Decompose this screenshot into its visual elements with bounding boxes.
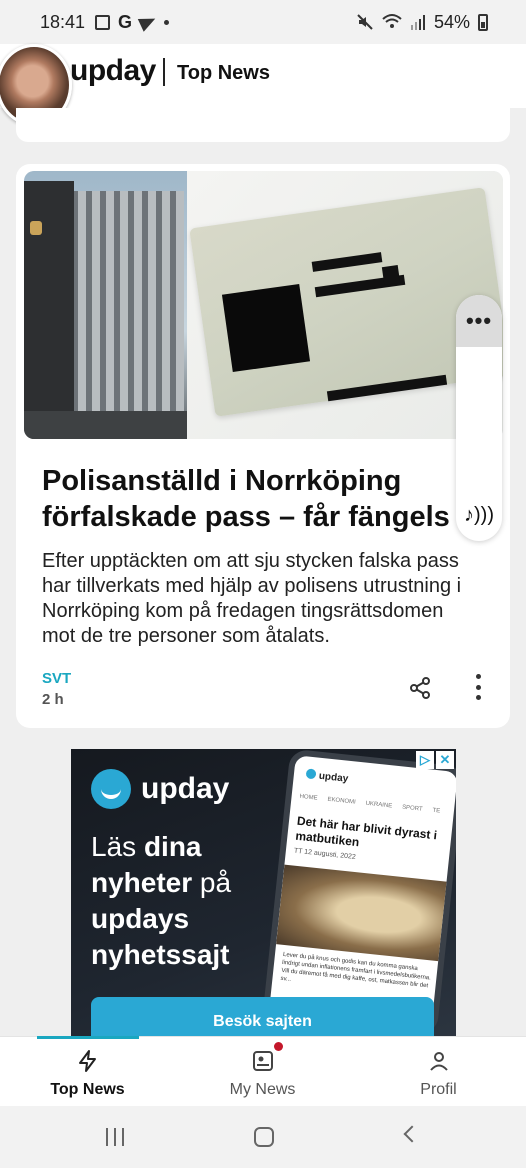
tab-label: Profil	[420, 1081, 457, 1098]
bottom-nav: Top News My News Profil	[0, 1036, 526, 1106]
battery-percent: 54%	[433, 11, 470, 32]
previous-card[interactable]	[16, 108, 510, 142]
summary-line: har tillverkats med hjälp av polisens ut…	[42, 575, 462, 597]
dot	[475, 684, 481, 690]
ad-headline-bold: nyhetssajt	[91, 939, 230, 970]
phone-tab: EKONOMI	[327, 796, 356, 806]
status-left-icons: G	[95, 11, 170, 33]
summary-line: mot de tre personer som åtalats.	[42, 625, 330, 647]
tab-label: Top News	[50, 1081, 125, 1098]
signal-icon	[410, 15, 425, 30]
article-time: 2 h	[42, 691, 64, 708]
notification-square-icon	[95, 14, 111, 30]
phone-meta: TT 12 augusti, 2022	[293, 847, 357, 861]
article-summary[interactable]: Efter upptäckten om att sju stycken fals…	[42, 549, 492, 649]
building-ground	[24, 411, 187, 439]
phone-tab: SPORT	[401, 804, 423, 813]
summary-line: Norrköping kom på fredagen tingsrättsdom…	[42, 600, 444, 622]
battery-icon	[478, 13, 488, 31]
dot	[475, 674, 481, 679]
status-right-icons: 54%	[356, 12, 488, 33]
status-bar: 18:41 G 54%	[0, 0, 526, 44]
tab-my-news[interactable]: My News	[175, 1037, 350, 1107]
tab-profil[interactable]: Profil	[351, 1037, 526, 1107]
more-options-icon[interactable]: •••	[456, 295, 502, 347]
phone-tab: HOME	[299, 793, 318, 802]
ad-banner[interactable]: upday Läs dina nyheter på updays nyhetss…	[71, 749, 456, 1039]
brand-logo: upday	[70, 54, 156, 87]
mute-icon	[357, 14, 373, 30]
recents-bar	[106, 1128, 108, 1146]
tab-label: My News	[229, 1081, 296, 1098]
my-news-icon	[252, 1051, 273, 1071]
tab-top-news[interactable]: Top News	[0, 1037, 175, 1107]
summary-line: Efter upptäckten om att sju stycken fals…	[42, 550, 459, 572]
visit-site-button[interactable]: Besök sajten	[91, 997, 434, 1039]
police-emblem	[30, 221, 42, 235]
article-title-line: förfalskade pass – får fängels	[42, 501, 450, 533]
ad-headline-text: Läs	[91, 831, 144, 862]
article-more-icon[interactable]	[474, 674, 482, 700]
google-icon: G	[118, 11, 133, 32]
share-icon[interactable]	[408, 676, 432, 700]
ad-choices[interactable]: ▷ ✕	[416, 751, 454, 769]
my-news-badge	[274, 1042, 283, 1051]
building-dark-side	[24, 181, 74, 421]
dot	[475, 695, 481, 700]
ad-headline: Läs dina nyheter på updays nyhetssajt	[91, 829, 291, 973]
status-time: 18:41	[40, 11, 86, 32]
passport-redacted-photo	[221, 283, 311, 373]
ad-headline-bold: dina	[143, 831, 202, 862]
article-title-line: Polisanställd i Norrköping	[42, 465, 402, 497]
header-divider	[163, 58, 165, 86]
ad-logo: upday	[91, 769, 229, 809]
upday-logo-icon	[91, 769, 131, 809]
home-icon[interactable]	[254, 1127, 274, 1147]
page-title: Top News	[177, 62, 270, 84]
ad-headline-bold: updays	[91, 903, 190, 934]
recents-bar	[122, 1128, 124, 1146]
ad-headline-text: på	[192, 867, 232, 898]
phone-image	[276, 864, 449, 962]
building-photo	[24, 171, 187, 439]
back-icon[interactable]	[403, 1125, 421, 1143]
ad-phone-mockup: upday HOME EKONOMI UKRAINE SPORT TE Det här …	[262, 749, 456, 1036]
redaction-bar	[381, 264, 401, 286]
phone-brand: upday	[305, 768, 348, 785]
phone-tab: TE	[432, 807, 441, 815]
article-title[interactable]: Polisanställd i Norrköping förfalskade p…	[42, 463, 482, 535]
person-icon	[429, 1052, 448, 1071]
system-nav-bar	[0, 1106, 526, 1168]
recents-bar	[114, 1128, 116, 1146]
ad-close-icon[interactable]: ✕	[436, 751, 454, 769]
ad-info-icon[interactable]: ▷	[416, 751, 434, 769]
recents-icon[interactable]	[106, 1128, 124, 1146]
article-image[interactable]	[24, 171, 503, 439]
phone-tabs: HOME EKONOMI UKRAINE SPORT TE	[299, 794, 450, 816]
article-source[interactable]: SVT	[42, 670, 71, 687]
telegram-icon	[137, 12, 159, 32]
wifi-icon	[382, 14, 402, 28]
article-card[interactable]: ••• ♪))) Polisanställd i Norrköping förf…	[16, 164, 510, 728]
ad-brand: upday	[141, 772, 230, 805]
phone-tab: UKRAINE	[365, 800, 393, 810]
lightning-icon	[78, 1050, 96, 1072]
ad-headline-bold: nyheter	[91, 867, 193, 898]
dot-icon	[164, 19, 170, 25]
app-header: upday Top News	[0, 44, 526, 126]
